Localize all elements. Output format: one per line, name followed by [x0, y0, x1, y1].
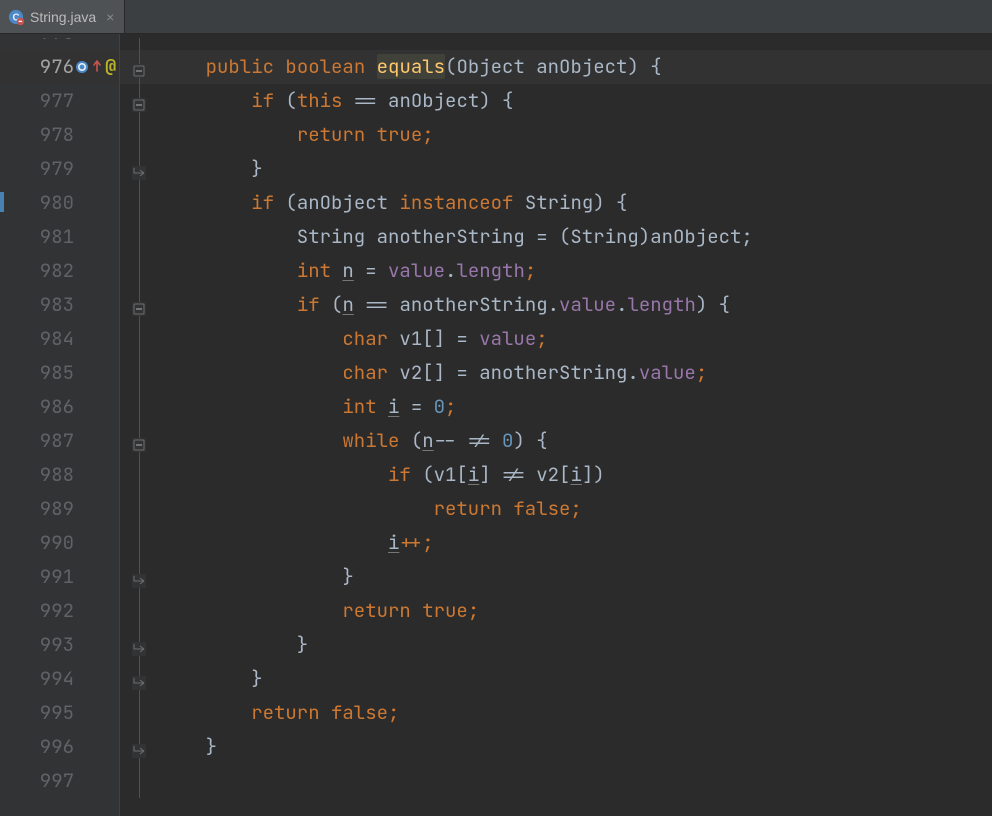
code-line[interactable]: }	[160, 152, 992, 186]
line-number[interactable]: 990	[0, 526, 120, 560]
fold-end-icon[interactable]	[132, 744, 146, 758]
line-number[interactable]: 978	[0, 118, 120, 152]
overriding-method-icon[interactable]	[75, 60, 89, 74]
fold-toggle-icon[interactable]	[132, 98, 146, 112]
line-number[interactable]: 992	[0, 594, 120, 628]
code-line[interactable]	[160, 38, 992, 50]
code-area[interactable]: public boolean equals(Object anObject) {…	[160, 34, 992, 816]
line-number[interactable]: 994	[0, 662, 120, 696]
code-line[interactable]: i++;	[160, 526, 992, 560]
line-number[interactable]: 987	[0, 424, 120, 458]
code-line[interactable]	[160, 764, 992, 798]
line-number[interactable]: 991	[0, 560, 120, 594]
code-line[interactable]: char v1[] = value;	[160, 322, 992, 356]
close-icon[interactable]: ×	[106, 9, 114, 25]
line-number[interactable]: 985	[0, 356, 120, 390]
code-line[interactable]: return false;	[160, 492, 992, 526]
line-number[interactable]: 996	[0, 730, 120, 764]
code-line[interactable]: String anotherString = (String)anObject;	[160, 220, 992, 254]
code-line[interactable]: if (this == anObject) {	[160, 84, 992, 118]
line-number[interactable]: 995	[0, 696, 120, 730]
code-line[interactable]: public boolean equals(Object anObject) {	[160, 50, 992, 84]
code-line[interactable]: return true;	[160, 594, 992, 628]
annotation-icon[interactable]: @	[105, 50, 116, 84]
code-line[interactable]: while (n-- != 0) {	[160, 424, 992, 458]
line-number[interactable]: 984	[0, 322, 120, 356]
line-number[interactable]: 976@	[0, 50, 120, 84]
fold-column[interactable]	[120, 34, 160, 816]
fold-end-icon[interactable]	[132, 676, 146, 690]
fold-end-icon[interactable]	[132, 574, 146, 588]
code-line[interactable]: char v2[] = anotherString.value;	[160, 356, 992, 390]
ide-editor: C String.java × 975976@97797897998098198…	[0, 0, 992, 816]
code-line[interactable]: return true;	[160, 118, 992, 152]
line-number[interactable]: 997	[0, 764, 120, 798]
fold-end-icon[interactable]	[132, 166, 146, 180]
line-number[interactable]: 989	[0, 492, 120, 526]
fold-toggle-icon[interactable]	[132, 302, 146, 316]
code-line[interactable]: return false;	[160, 696, 992, 730]
code-line[interactable]: }	[160, 560, 992, 594]
code-line[interactable]: }	[160, 730, 992, 764]
tab-bar: C String.java ×	[0, 0, 992, 34]
java-class-icon: C	[8, 9, 24, 25]
gutter[interactable]: 975976@977978979980981982983984985986987…	[0, 34, 120, 816]
tab-file-name: String.java	[30, 9, 96, 25]
code-line[interactable]: if (n == anotherString.value.length) {	[160, 288, 992, 322]
line-number[interactable]: 993	[0, 628, 120, 662]
code-line[interactable]: }	[160, 662, 992, 696]
fold-toggle-icon[interactable]	[132, 438, 146, 452]
line-number[interactable]: 986	[0, 390, 120, 424]
code-line[interactable]: int i = 0;	[160, 390, 992, 424]
code-line[interactable]: }	[160, 628, 992, 662]
line-number[interactable]: 979	[0, 152, 120, 186]
line-number[interactable]: 981	[0, 220, 120, 254]
line-number[interactable]: 975	[0, 38, 120, 50]
editor-area[interactable]: 975976@977978979980981982983984985986987…	[0, 34, 992, 816]
code-line[interactable]: int n = value.length;	[160, 254, 992, 288]
code-line[interactable]: if (anObject instanceof String) {	[160, 186, 992, 220]
implements-up-icon[interactable]	[93, 50, 101, 84]
line-number[interactable]: 977	[0, 84, 120, 118]
fold-end-icon[interactable]	[132, 642, 146, 656]
line-number[interactable]: 988	[0, 458, 120, 492]
line-number[interactable]: 982	[0, 254, 120, 288]
file-tab[interactable]: C String.java ×	[0, 0, 125, 33]
line-number[interactable]: 980	[0, 186, 120, 220]
line-number[interactable]: 983	[0, 288, 120, 322]
fold-toggle-icon[interactable]	[132, 64, 146, 78]
code-line[interactable]: if (v1[i] != v2[i])	[160, 458, 992, 492]
